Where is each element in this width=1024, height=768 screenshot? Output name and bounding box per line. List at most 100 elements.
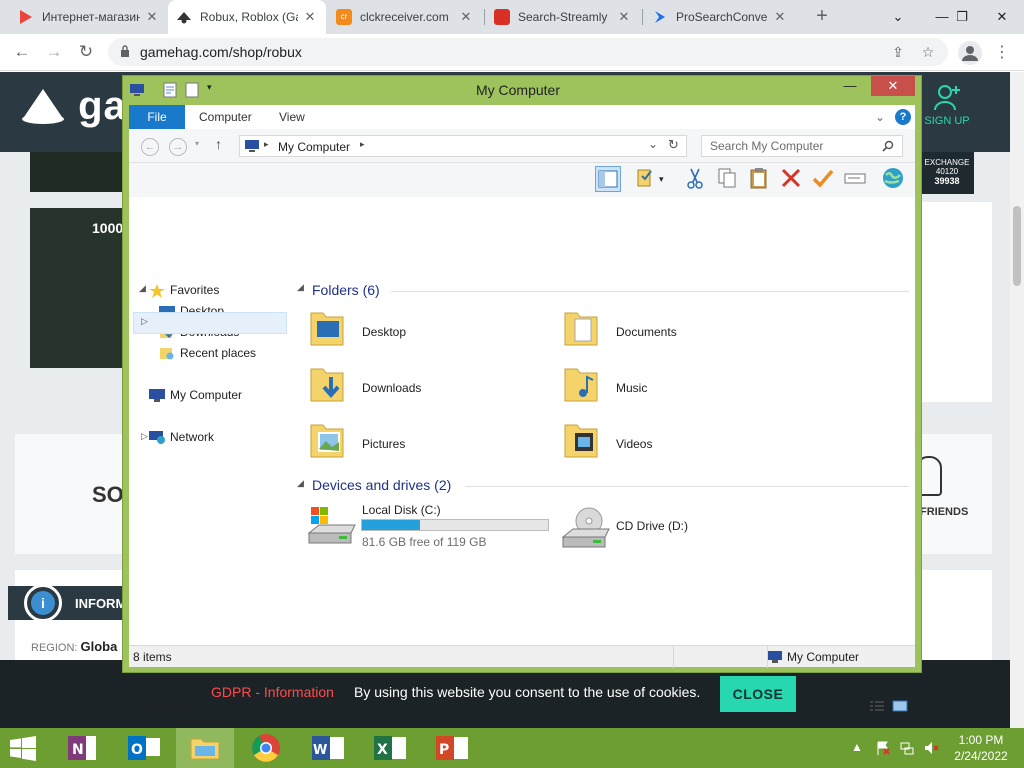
url-text: gamehag.com/shop/robux [140,44,302,60]
gdpr-link[interactable]: GDPR - Information [211,684,334,700]
expand-arrow-icon[interactable]: ◢ [139,283,146,294]
refresh-icon[interactable]: ↻ [668,137,679,153]
nav-my-computer[interactable]: My Computer [149,388,242,402]
chrome-taskbar-icon[interactable] [238,728,294,768]
file-explorer-taskbar-icon[interactable] [176,728,234,768]
address-path-box[interactable]: ▸ My Computer ▸ ⌄ ↻ [239,135,687,157]
browser-tab-0[interactable]: Интернет-магазин ✕ [10,0,168,34]
page-scrollbar[interactable] [1010,72,1024,728]
delete-icon[interactable] [779,166,805,192]
tab-close-icon[interactable]: ✕ [302,9,318,25]
excel-taskbar-icon[interactable]: X [362,728,418,768]
promo-card-top[interactable] [30,152,122,192]
volume-muted-icon[interactable] [922,740,940,756]
group-divider [391,291,909,292]
features-heading: SO [92,482,124,507]
tray-expand-icon[interactable]: ▲ [848,740,866,756]
system-clock[interactable]: 1:00 PM 2/24/2022 [948,732,1014,764]
tab-close-icon[interactable]: ✕ [144,9,160,25]
ribbon-expand-chevron-icon[interactable]: ⌄ [875,105,885,129]
share-icon[interactable]: ⇪ [888,42,908,62]
copy-icon[interactable] [715,166,741,192]
folder-label: Downloads [362,381,422,395]
profile-avatar-icon[interactable] [958,41,982,65]
tab-search-chevron-icon[interactable]: ⌄ [880,0,916,34]
nav-favorites[interactable]: Favorites [149,283,219,298]
nav-network[interactable]: Network [149,430,214,444]
apply-check-icon[interactable] [811,166,837,192]
paste-icon[interactable] [747,166,773,192]
new-tab-button[interactable]: + [810,5,834,29]
group-divider [465,486,909,487]
folders-heading[interactable]: Folders (6) [312,282,380,298]
tab-file[interactable]: File [129,105,185,129]
cut-icon[interactable] [683,166,709,192]
explorer-close-icon[interactable]: ✕ [871,76,915,96]
outlook-taskbar-icon[interactable]: O [116,728,172,768]
search-input[interactable]: Search My Computer [701,135,903,157]
explorer-forward-icon[interactable]: → [169,138,187,156]
folder-label: Music [616,381,648,395]
preview-pane-icon[interactable] [595,166,621,192]
tab-close-icon[interactable]: ✕ [772,9,788,25]
lock-icon [121,45,129,57]
tab-view[interactable]: View [279,105,305,129]
restore-icon[interactable]: ❐ [944,0,980,34]
scrollbar-thumb[interactable] [1013,206,1021,286]
search-icon [882,140,894,152]
tab-close-icon[interactable]: ✕ [458,9,474,25]
tab-computer[interactable]: Computer [199,105,252,129]
action-center-flag-icon[interactable] [874,740,892,756]
browser-toolbar: ← → ↻ gamehag.com/shop/robux ⇪ ☆ [0,34,1024,71]
powerpoint-taskbar-icon[interactable]: P [424,728,480,768]
more-menu-icon[interactable]: ⋮ [992,40,1012,66]
breadcrumb-chevron-icon[interactable]: ▸ [264,139,269,150]
explorer-titlebar[interactable]: ▾ My Computer — □ ✕ [123,76,921,104]
computer-icon [149,388,165,402]
breadcrumb-chevron-icon[interactable]: ▸ [360,139,365,150]
large-icons-view-icon[interactable] [892,700,908,715]
devices-heading[interactable]: Devices and drives (2) [312,477,451,493]
bookmark-star-icon[interactable]: ☆ [918,42,938,62]
collapse-arrow-icon[interactable]: ▷ [141,431,148,442]
witch-hat-logo-icon [22,89,64,125]
signup-link[interactable]: SIGN UP [920,82,974,127]
command-dropdown-icon[interactable]: ▾ [659,166,671,192]
up-arrow-icon[interactable]: ↑ [215,136,222,152]
properties-check-icon[interactable] [633,166,659,192]
browser-tab-3[interactable]: Search-Streamly ✕ [486,0,640,34]
browser-tab-2[interactable]: cr clckreceiver.com ✕ [328,0,482,34]
network-tray-icon[interactable] [898,740,916,756]
explorer-back-icon[interactable]: ← [141,138,159,156]
onenote-taskbar-icon[interactable]: N [54,728,110,768]
computer-small-icon [245,140,259,152]
address-bar[interactable]: gamehag.com/shop/robux ⇪ ☆ [108,38,948,66]
browser-tab-1[interactable]: Robux, Roblox (Gamehag) ✕ [168,0,326,34]
help-icon[interactable]: ? [895,109,911,125]
exchange-widget[interactable]: EXCHANGE 40120 39938 [920,152,974,194]
window-close-icon[interactable]: ✕ [984,0,1020,34]
rename-icon[interactable] [843,166,869,192]
group-collapse-icon[interactable]: ◢ [297,282,304,293]
reload-icon[interactable]: ↻ [74,40,98,64]
cr-favicon-icon: cr [336,9,352,25]
cookie-close-button[interactable]: CLOSE [720,676,796,712]
promo-card[interactable]: 1000 [30,208,123,368]
collapse-arrow-icon[interactable]: ▷ [141,316,148,327]
explorer-minimize-icon[interactable]: — [835,76,865,96]
word-taskbar-icon[interactable]: W [300,728,356,768]
globe-network-icon[interactable] [881,166,907,192]
address-toolbar: ← → ▾ ↑ ▸ My Computer ▸ ⌄ ↻ Search My Co… [129,129,915,163]
start-button[interactable] [0,728,46,768]
browser-tab-4[interactable]: ProSearchConverter ✕ [644,0,796,34]
details-view-icon[interactable] [869,700,885,715]
signup-label: SIGN UP [924,115,970,127]
forward-arrow-icon[interactable]: → [42,40,66,64]
tab-close-icon[interactable]: ✕ [616,9,632,25]
group-collapse-icon[interactable]: ◢ [297,478,304,489]
nav-recent-places[interactable]: Recent places [159,346,256,360]
drive-c-free-text: 81.6 GB free of 119 GB [362,535,487,549]
address-dropdown-icon[interactable]: ⌄ [648,137,658,151]
recent-locations-icon[interactable]: ▾ [195,139,199,148]
back-arrow-icon[interactable]: ← [10,40,34,64]
